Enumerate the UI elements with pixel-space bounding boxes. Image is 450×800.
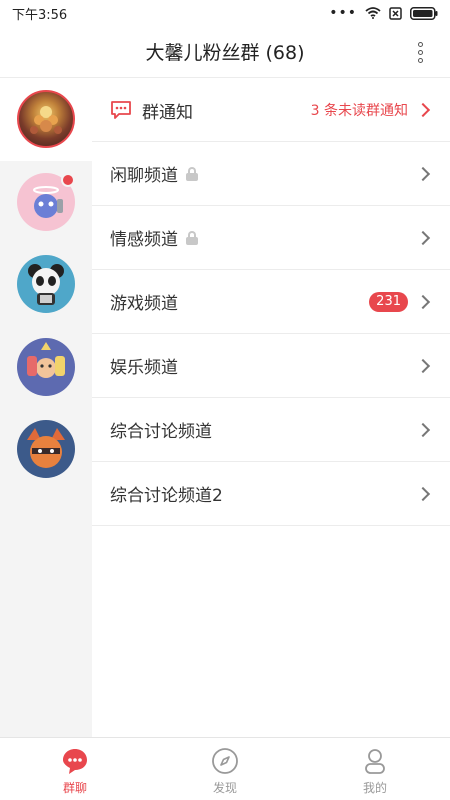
channel-label: 娱乐频道	[110, 358, 178, 378]
unread-badge: 231	[369, 291, 408, 312]
channel-row-entertainment[interactable]: 娱乐频道	[92, 334, 450, 398]
status-icons: •••	[329, 5, 438, 21]
channel-label: 综合讨论频道2	[110, 486, 223, 506]
chevron-right-icon	[415, 422, 431, 437]
channel-label: 综合讨论频道	[110, 422, 212, 442]
avatar[interactable]	[17, 420, 75, 478]
tab-label: 群聊	[62, 781, 87, 795]
lock-icon	[186, 230, 198, 245]
more-notifications-icon: •••	[329, 5, 357, 21]
bottom-tab-bar: 群聊 发现 我的	[0, 737, 450, 800]
status-bar: 下午3:56 •••	[0, 0, 450, 26]
more-dot	[417, 41, 423, 47]
group-notice-icon	[111, 101, 131, 119]
chevron-right-icon	[415, 166, 431, 181]
header: 大馨儿粉丝群 (68)	[0, 26, 450, 78]
group-notice-label: 群通知	[142, 102, 193, 123]
no-sim-icon	[389, 6, 402, 20]
channel-row-chat[interactable]: 闲聊频道	[92, 142, 450, 206]
chevron-right-icon	[415, 358, 431, 373]
chat-bubble-icon	[63, 749, 87, 774]
group-notice-row[interactable]: 群通知 3 条未读群通知	[92, 79, 450, 142]
unread-notice-count: 3 条未读群通知	[310, 103, 408, 119]
more-dot	[417, 49, 423, 55]
compass-icon	[212, 748, 238, 774]
lock-icon	[186, 166, 198, 181]
avatar[interactable]	[17, 338, 75, 396]
tab-group-chat[interactable]: 群聊	[0, 738, 150, 800]
channel-label: 情感频道	[110, 230, 178, 250]
page-title: 大馨儿粉丝群 (68)	[145, 42, 305, 64]
avatar[interactable]	[17, 90, 75, 148]
chevron-right-icon	[415, 294, 431, 309]
group-list-rail	[0, 79, 92, 737]
channel-row-general[interactable]: 综合讨论频道	[92, 398, 450, 462]
more-options-button[interactable]	[410, 38, 430, 66]
avatar[interactable]	[17, 255, 75, 313]
tab-label: 我的	[362, 781, 387, 795]
tab-discover[interactable]: 发现	[150, 738, 300, 800]
channel-label: 闲聊频道	[110, 166, 178, 186]
tab-me[interactable]: 我的	[300, 738, 450, 800]
chevron-right-icon	[415, 486, 431, 501]
status-time: 下午3:56	[12, 7, 68, 23]
chevron-right-icon	[415, 102, 431, 118]
channel-list: 群通知 3 条未读群通知 闲聊频道 情感频道 游戏频道 231 娱乐频道 综合讨…	[92, 79, 450, 526]
chevron-right-icon	[415, 230, 431, 245]
battery-icon	[410, 6, 438, 20]
channel-row-emotion[interactable]: 情感频道	[92, 206, 450, 270]
channel-row-game[interactable]: 游戏频道 231	[92, 270, 450, 334]
person-icon	[365, 749, 385, 774]
group-cell-active[interactable]	[0, 79, 92, 161]
unread-dot	[61, 173, 75, 187]
more-dot	[417, 57, 423, 63]
channel-row-general-2[interactable]: 综合讨论频道2	[92, 462, 450, 526]
tab-label: 发现	[212, 781, 237, 795]
wifi-icon	[365, 7, 381, 19]
channel-label: 游戏频道	[110, 294, 178, 314]
